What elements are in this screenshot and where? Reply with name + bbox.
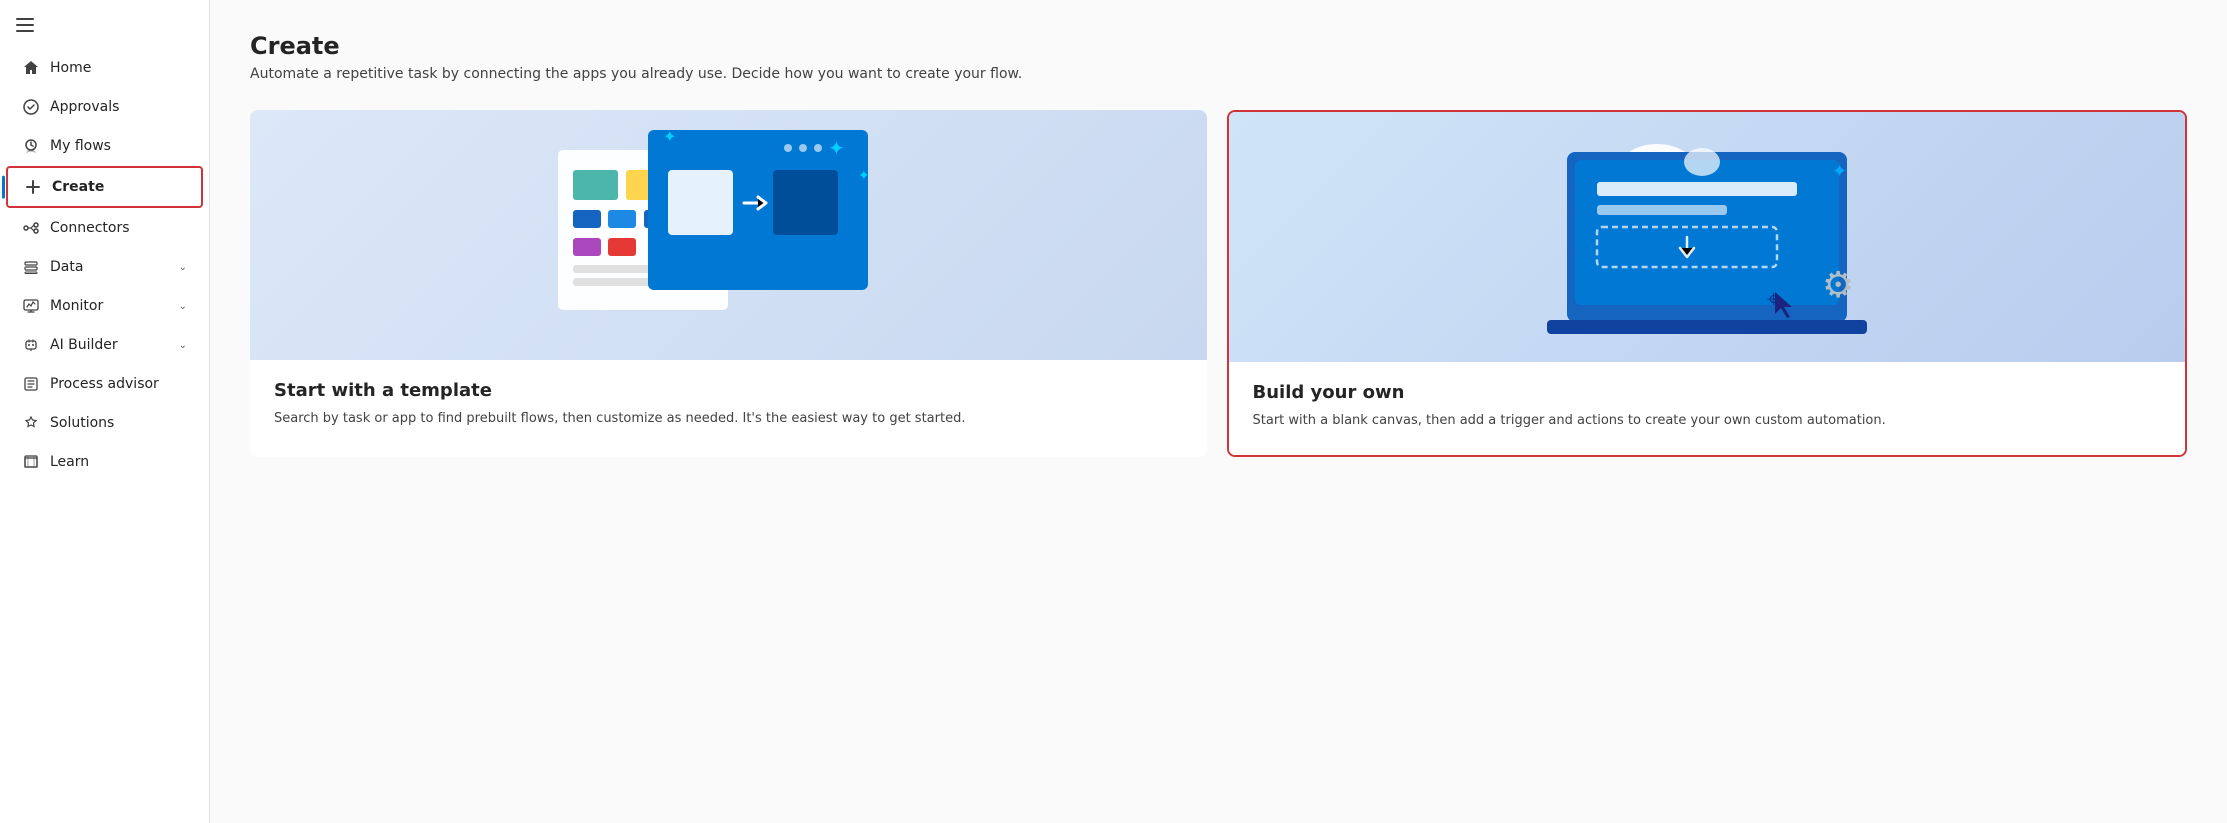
sidebar-item-home-label: Home bbox=[50, 60, 187, 76]
template-card[interactable]: ✦ ✦ ✦ Start with a template Search by ta… bbox=[250, 110, 1207, 457]
template-card-title: Start with a template bbox=[274, 380, 1183, 401]
sidebar-item-processadvisor[interactable]: Process advisor bbox=[6, 365, 203, 403]
monitor-chevron-icon: ⌄ bbox=[179, 301, 187, 312]
sidebar-item-data-label: Data bbox=[50, 259, 169, 275]
sidebar-item-solutions[interactable]: Solutions bbox=[6, 404, 203, 442]
aibuilder-icon bbox=[22, 336, 40, 354]
main-content: Create Automate a repetitive task by con… bbox=[210, 0, 2227, 823]
learn-icon bbox=[22, 453, 40, 471]
template-card-image: ✦ ✦ ✦ bbox=[250, 110, 1207, 360]
page-title: Create bbox=[250, 32, 2187, 60]
svg-text:✦: ✦ bbox=[1832, 161, 1847, 182]
sidebar-item-learn-label: Learn bbox=[50, 454, 187, 470]
sidebar-item-approvals[interactable]: Approvals bbox=[6, 88, 203, 126]
svg-text:✦: ✦ bbox=[858, 168, 870, 184]
cards-row: ✦ ✦ ✦ Start with a template Search by ta… bbox=[250, 110, 2187, 457]
data-chevron-icon: ⌄ bbox=[179, 262, 187, 273]
sidebar-nav: Home Approvals My flows bbox=[0, 48, 209, 482]
build-own-card-image: ⚙ ⌖ ✦ bbox=[1229, 112, 2186, 362]
aibuilder-chevron-icon: ⌄ bbox=[179, 340, 187, 351]
sidebar-item-processadvisor-label: Process advisor bbox=[50, 376, 187, 392]
sidebar-item-aibuilder[interactable]: AI Builder ⌄ bbox=[6, 326, 203, 364]
hamburger-menu[interactable] bbox=[0, 8, 209, 48]
sidebar-item-learn[interactable]: Learn bbox=[6, 443, 203, 481]
processadvisor-icon bbox=[22, 375, 40, 393]
sidebar: Home Approvals My flows bbox=[0, 0, 210, 823]
monitor-icon bbox=[22, 297, 40, 315]
sidebar-item-monitor-label: Monitor bbox=[50, 298, 169, 314]
build-illustration: ⚙ ⌖ ✦ bbox=[1527, 122, 1887, 352]
svg-text:⚙: ⚙ bbox=[1822, 265, 1854, 306]
data-icon bbox=[22, 258, 40, 276]
sidebar-item-create-label: Create bbox=[52, 179, 185, 195]
sidebar-item-aibuilder-label: AI Builder bbox=[50, 337, 169, 353]
sidebar-item-create[interactable]: Create bbox=[6, 166, 203, 208]
approvals-icon bbox=[22, 98, 40, 116]
template-card-desc: Search by task or app to find prebuilt f… bbox=[274, 409, 1183, 429]
build-own-card-title: Build your own bbox=[1253, 382, 2162, 403]
template-card-content: Start with a template Search by task or … bbox=[250, 360, 1207, 453]
sidebar-item-myflows[interactable]: My flows bbox=[6, 127, 203, 165]
create-icon bbox=[24, 178, 42, 196]
sidebar-item-connectors[interactable]: Connectors bbox=[6, 209, 203, 247]
svg-text:✦: ✦ bbox=[828, 136, 845, 160]
hamburger-icon bbox=[16, 18, 193, 32]
connectors-icon bbox=[22, 219, 40, 237]
sidebar-item-solutions-label: Solutions bbox=[50, 415, 187, 431]
sidebar-item-approvals-label: Approvals bbox=[50, 99, 187, 115]
sidebar-item-myflows-label: My flows bbox=[50, 138, 187, 154]
build-own-card-content: Build your own Start with a blank canvas… bbox=[1229, 362, 2186, 455]
page-subtitle: Automate a repetitive task by connecting… bbox=[250, 66, 2187, 82]
build-own-card[interactable]: ⚙ ⌖ ✦ Build your own Start with a blank … bbox=[1227, 110, 2188, 457]
build-own-card-desc: Start with a blank canvas, then add a tr… bbox=[1253, 411, 2162, 431]
svg-text:✦: ✦ bbox=[663, 127, 676, 146]
sidebar-item-data[interactable]: Data ⌄ bbox=[6, 248, 203, 286]
solutions-icon bbox=[22, 414, 40, 432]
home-icon bbox=[22, 59, 40, 77]
template-illustration: ✦ ✦ ✦ bbox=[548, 120, 908, 350]
sidebar-item-monitor[interactable]: Monitor ⌄ bbox=[6, 287, 203, 325]
myflows-icon bbox=[22, 137, 40, 155]
sidebar-item-connectors-label: Connectors bbox=[50, 220, 187, 236]
sidebar-item-home[interactable]: Home bbox=[6, 49, 203, 87]
